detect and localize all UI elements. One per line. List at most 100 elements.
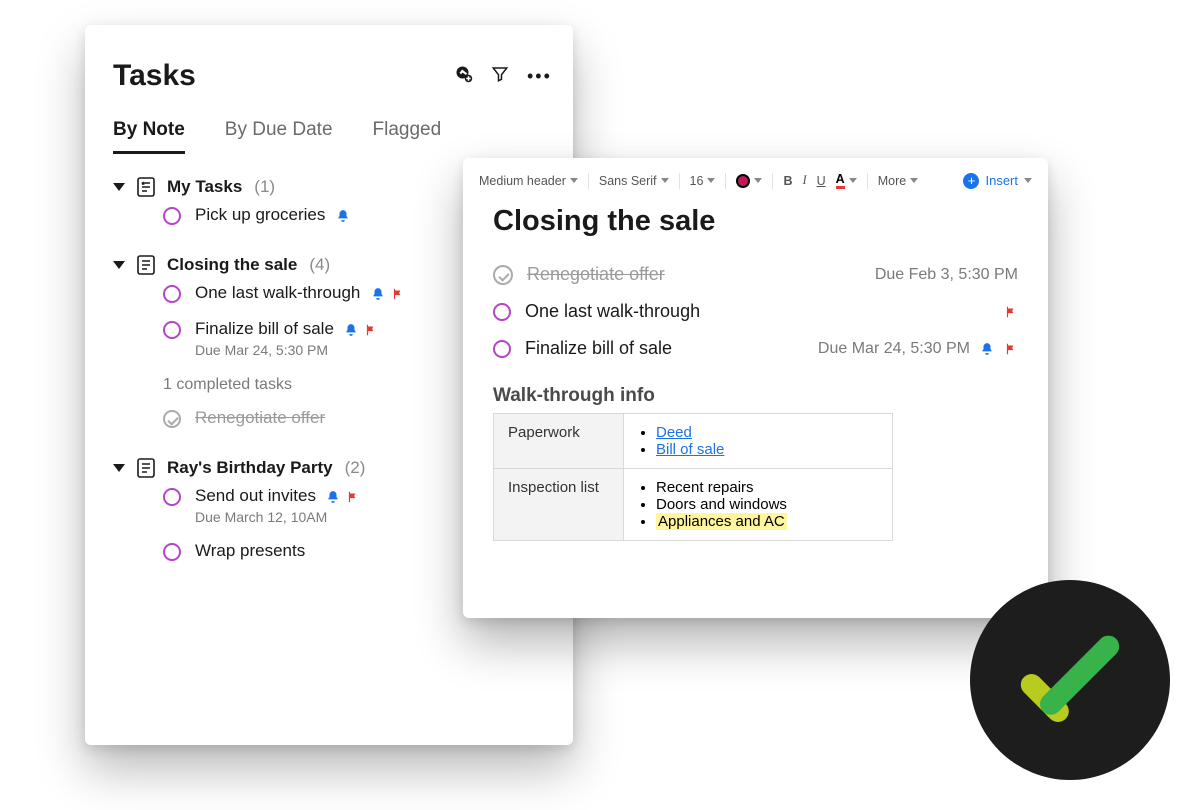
color-swatch-icon — [736, 174, 750, 188]
task-text: Renegotiate offer — [195, 408, 325, 428]
editor-toolbar: Medium header Sans Serif 16 B I U A More… — [463, 172, 1048, 199]
task-text: Pick up groceries — [195, 205, 325, 224]
section-heading[interactable]: Walk-through info — [493, 385, 1018, 407]
italic-button[interactable]: I — [802, 173, 806, 188]
bold-button[interactable]: B — [783, 174, 792, 188]
flag-icon — [346, 490, 360, 504]
link-deed[interactable]: Deed — [656, 424, 692, 441]
chevron-down-icon — [754, 178, 762, 183]
link-bill-of-sale[interactable]: Bill of sale — [656, 441, 724, 458]
list-item: Appliances and AC — [656, 513, 878, 530]
task-checkbox[interactable] — [163, 543, 181, 561]
tab-flagged[interactable]: Flagged — [373, 119, 442, 154]
more-icon[interactable]: ••• — [527, 67, 545, 85]
check-badge — [970, 580, 1170, 780]
table-row: Paperwork Deed Bill of sale — [494, 414, 893, 469]
task-due: Due Mar 24, 5:30 PM — [195, 342, 378, 358]
note-icon — [137, 458, 155, 478]
chevron-down-icon — [910, 178, 918, 183]
doc-task-row[interactable]: Renegotiate offer Due Feb 3, 5:30 PM — [493, 256, 1018, 293]
group-count: (2) — [345, 458, 366, 478]
bell-icon — [980, 342, 994, 356]
tasks-header: Tasks ••• — [113, 59, 545, 93]
group-count: (4) — [309, 255, 330, 275]
tab-by-due-date[interactable]: By Due Date — [225, 119, 333, 154]
flag-icon — [391, 287, 405, 301]
font-family-select[interactable]: Sans Serif — [599, 174, 669, 188]
add-task-icon[interactable] — [455, 65, 473, 88]
filter-icon[interactable] — [491, 65, 509, 88]
toolbar-separator — [867, 173, 868, 189]
highlighted-text: Appliances and AC — [656, 513, 787, 530]
chevron-down-icon — [849, 178, 857, 183]
group-name: Ray's Birthday Party — [167, 458, 333, 478]
task-meta: Due Mar 24, 5:30 PM — [818, 340, 1018, 358]
font-size-select[interactable]: 16 — [690, 174, 716, 188]
tasks-title: Tasks — [113, 59, 455, 93]
group-name: My Tasks — [167, 177, 242, 197]
paragraph-style-select[interactable]: Medium header — [479, 174, 578, 188]
task-checkbox[interactable] — [493, 340, 511, 358]
header-actions: ••• — [455, 65, 545, 88]
more-format-select[interactable]: More — [878, 174, 918, 188]
task-text: Renegotiate offer — [527, 264, 665, 285]
bell-icon — [336, 209, 350, 223]
doc-task-row[interactable]: Finalize bill of sale Due Mar 24, 5:30 P… — [493, 330, 1018, 367]
table-cell-label[interactable]: Paperwork — [494, 414, 624, 469]
chevron-down-icon — [707, 178, 715, 183]
text-color-select[interactable] — [736, 174, 762, 188]
toolbar-separator — [679, 173, 680, 189]
table-cell[interactable]: Recent repairs Doors and windows Applian… — [624, 469, 893, 541]
chevron-down-icon — [1024, 178, 1032, 183]
underline-button[interactable]: U — [817, 174, 826, 188]
flag-icon — [1004, 342, 1018, 356]
document-body[interactable]: Closing the sale Renegotiate offer Due F… — [463, 199, 1048, 541]
toolbar-separator — [588, 173, 589, 189]
doc-task-row[interactable]: One last walk-through — [493, 293, 1018, 330]
task-checkbox[interactable] — [163, 488, 181, 506]
flag-icon — [364, 323, 378, 337]
table-cell[interactable]: Deed Bill of sale — [624, 414, 893, 469]
task-text: One last walk-through — [525, 301, 700, 322]
task-due: Due Feb 3, 5:30 PM — [875, 266, 1018, 284]
highlight-color-select[interactable]: A — [836, 172, 857, 189]
task-due: Due March 12, 10AM — [195, 509, 360, 525]
task-checkbox[interactable] — [163, 207, 181, 225]
task-checkbox[interactable] — [163, 321, 181, 339]
task-due: Due Mar 24, 5:30 PM — [818, 340, 970, 358]
flag-icon — [1004, 305, 1018, 319]
editor-panel: Medium header Sans Serif 16 B I U A More… — [463, 158, 1048, 618]
toolbar-separator — [725, 173, 726, 189]
task-text: Finalize bill of sale — [195, 319, 334, 338]
task-text: One last walk-through — [195, 283, 360, 302]
plus-icon: + — [963, 173, 979, 189]
group-count: (1) — [254, 177, 275, 197]
list-item: Recent repairs — [656, 479, 878, 496]
task-tabs: By Note By Due Date Flagged — [113, 119, 545, 155]
task-checkbox-done[interactable] — [163, 410, 181, 428]
table-row: Inspection list Recent repairs Doors and… — [494, 469, 893, 541]
task-text: Finalize bill of sale — [525, 338, 672, 359]
note-star-icon — [137, 177, 155, 197]
task-text: Wrap presents — [195, 541, 305, 561]
task-checkbox[interactable] — [493, 303, 511, 321]
note-icon — [137, 255, 155, 275]
table-cell-label[interactable]: Inspection list — [494, 469, 624, 541]
check-icon — [1010, 620, 1130, 740]
info-table[interactable]: Paperwork Deed Bill of sale Inspection l… — [493, 413, 893, 541]
task-meta — [1004, 305, 1018, 319]
bell-icon — [371, 287, 385, 301]
insert-button[interactable]: + Insert — [963, 173, 1032, 189]
chevron-down-icon — [113, 464, 125, 472]
chevron-down-icon — [570, 178, 578, 183]
bell-icon — [344, 323, 358, 337]
chevron-down-icon — [661, 178, 669, 183]
tab-by-note[interactable]: By Note — [113, 119, 185, 154]
task-checkbox-done[interactable] — [493, 265, 513, 285]
chevron-down-icon — [113, 261, 125, 269]
task-checkbox[interactable] — [163, 285, 181, 303]
toolbar-separator — [772, 173, 773, 189]
chevron-down-icon — [113, 183, 125, 191]
group-name: Closing the sale — [167, 255, 297, 275]
document-title[interactable]: Closing the sale — [493, 205, 1018, 238]
